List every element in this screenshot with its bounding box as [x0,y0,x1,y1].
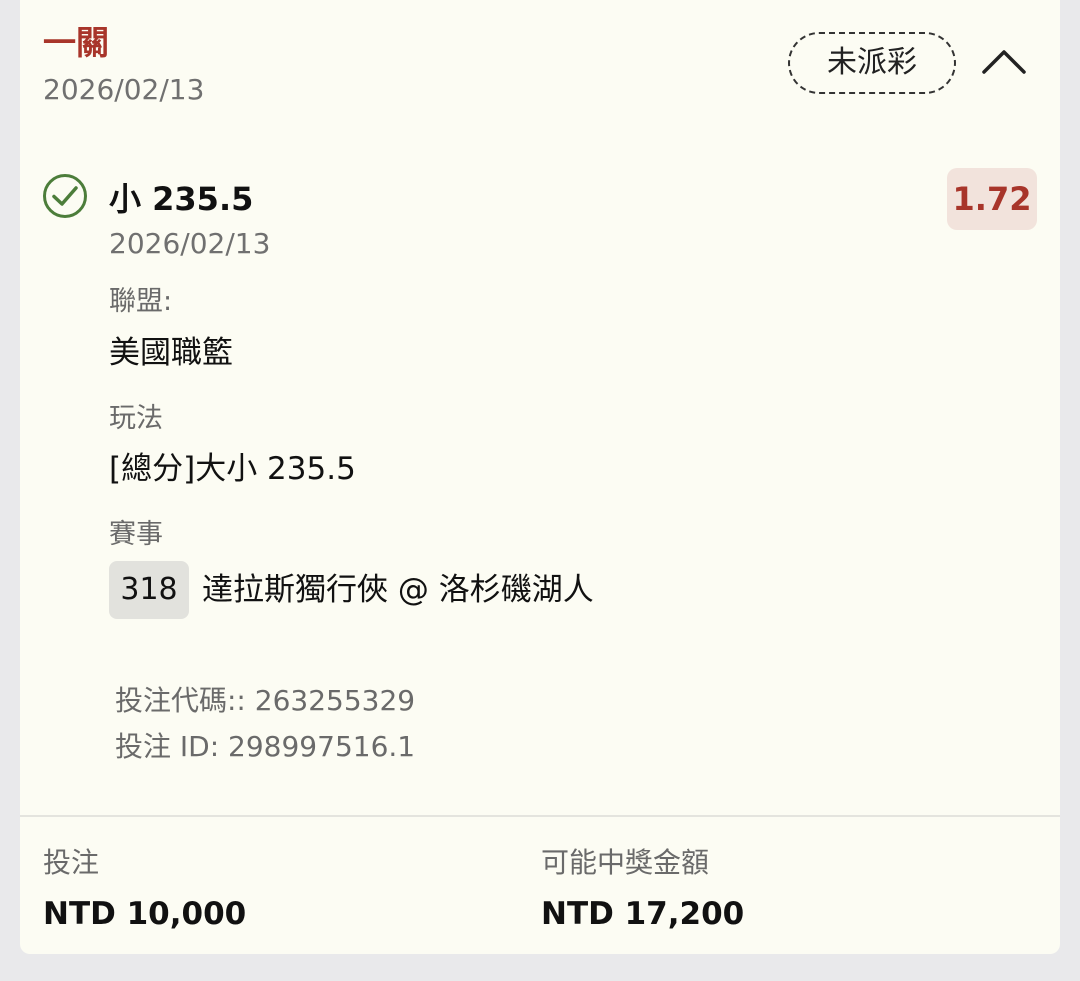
footer-divider [20,815,1060,817]
bet-card: 一關 2026/02/13 未派彩 小 235.5 2026/02/13 1.7… [20,0,1060,954]
bet-date: 2026/02/13 [43,73,205,106]
bet-code: 投注代碼:: 263255329 [115,684,416,717]
stake-value: NTD 10,000 [43,896,247,932]
odds-badge: 1.72 [947,168,1037,230]
selection-title: 小 235.5 [109,180,254,218]
payout-label: 可能中獎金額 [541,846,710,879]
event-number-badge: 318 [109,561,189,619]
market-label: 玩法 [109,403,163,434]
bet-id: 投注 ID: 298997516.1 [115,730,416,763]
league-value: 美國職籃 [109,335,233,371]
chevron-up-icon[interactable] [978,40,1030,80]
bet-type-title: 一關 [43,23,109,62]
event-label: 賽事 [109,519,163,550]
event-name: 達拉斯獨行俠 @ 洛杉磯湖人 [202,572,594,608]
stake-label: 投注 [43,846,100,879]
check-circle-icon [43,174,87,218]
status-badge: 未派彩 [788,32,956,94]
selection-date: 2026/02/13 [109,227,271,260]
payout-value: NTD 17,200 [541,896,745,932]
market-value: [總分]大小 235.5 [109,451,356,487]
league-label: 聯盟: [109,286,173,317]
